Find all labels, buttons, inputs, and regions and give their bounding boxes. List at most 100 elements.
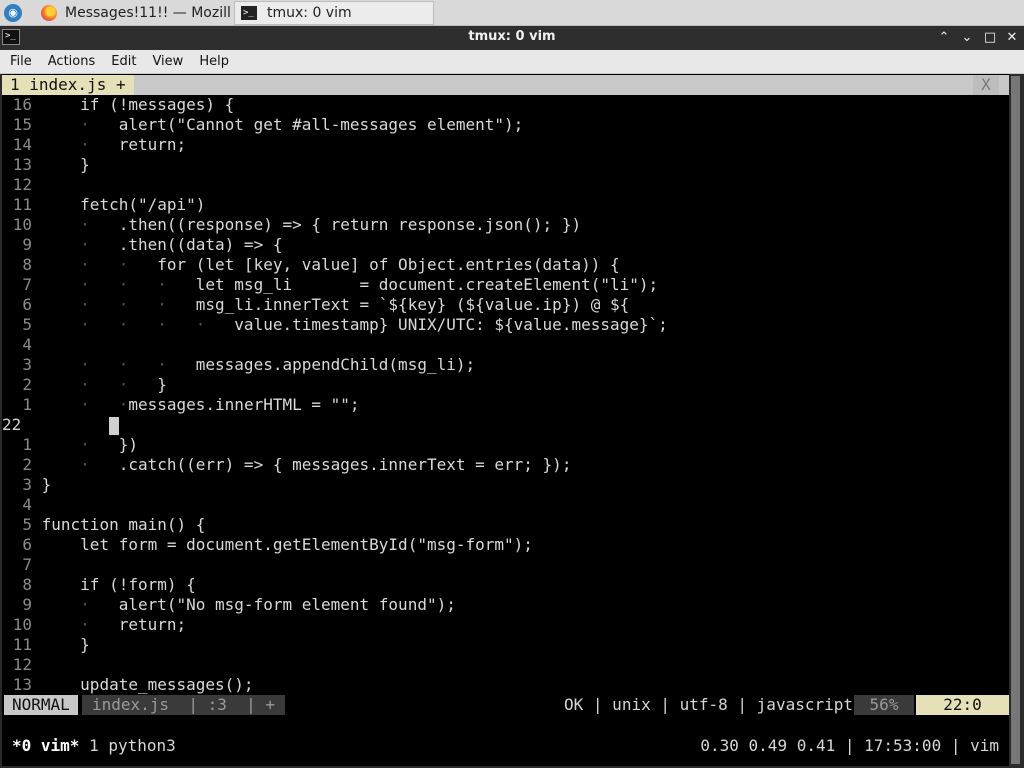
taskbar-item-label: tmux: 0 vim xyxy=(267,5,352,21)
line-number: 8 xyxy=(22,255,32,274)
close-button[interactable]: ✕ xyxy=(1002,28,1022,48)
text-cursor xyxy=(109,416,120,435)
code-text: } xyxy=(80,155,90,174)
indent-guide xyxy=(42,535,81,554)
tmux-window-other[interactable]: 1 python3 xyxy=(79,736,176,755)
code-text: .then((response) => { return response.js… xyxy=(118,215,582,234)
menu-help[interactable]: Help xyxy=(191,54,237,69)
taskbar-item-label: Messages!11!! — Mozill... xyxy=(65,5,231,21)
line-number: 6 xyxy=(22,535,32,554)
line-number: 3 xyxy=(22,355,32,374)
menu-actions[interactable]: Actions xyxy=(40,54,104,69)
line-number: 10 xyxy=(12,215,32,234)
code-line[interactable]: 7 · · · let msg_li = document.createElem… xyxy=(2,275,658,295)
code-line[interactable]: 5 function main() { xyxy=(2,515,205,535)
menu-view[interactable]: View xyxy=(144,54,191,69)
vim-tab-close-button[interactable]: X xyxy=(973,75,999,95)
vim-tabline: 1 index.js + X xyxy=(2,75,1009,95)
indent-guide: · xyxy=(41,615,119,634)
code-line[interactable]: 2 · · } xyxy=(2,375,167,395)
code-line[interactable]: 7 xyxy=(2,555,42,575)
indent-guide: · · · xyxy=(41,275,196,294)
indent-guide: · xyxy=(41,595,119,614)
code-line-current[interactable]: 22 xyxy=(2,415,120,435)
indent-guide: · xyxy=(41,215,119,234)
line-number: 9 xyxy=(22,595,32,614)
vim-file-info: index.js | :3 | + xyxy=(82,695,286,715)
code-line[interactable]: 8 if (!form) { xyxy=(2,575,195,595)
code-text: function main() { xyxy=(41,515,206,534)
menubar: File Actions Edit View Help xyxy=(0,50,1024,74)
code-line[interactable]: 4 xyxy=(2,495,42,515)
line-number: 1 xyxy=(22,435,32,454)
minimize-button[interactable]: ⌃ xyxy=(934,28,954,48)
code-line[interactable]: 3 } xyxy=(2,475,51,495)
code-line[interactable]: 6 · · · msg_li.innerText = `${key} (${va… xyxy=(2,295,629,315)
code-line[interactable]: 11 fetch("/api") xyxy=(2,195,206,215)
line-number: 3 xyxy=(22,475,32,494)
code-text: alert("No msg-form element found"); xyxy=(118,595,456,614)
indent-guide xyxy=(42,635,81,654)
line-number: 4 xyxy=(22,335,32,354)
code-line[interactable]: 12 xyxy=(2,655,42,675)
vim-mode-indicator: NORMAL xyxy=(4,695,78,715)
start-menu-icon[interactable]: ◉ xyxy=(4,4,22,22)
code-text: return; xyxy=(118,135,187,154)
code-line[interactable]: 14 · return; xyxy=(2,135,186,155)
code-line[interactable]: 13 update_messages(); xyxy=(2,675,254,695)
code-line[interactable]: 5 · · · · value.timestamp} UNIX/UTC: ${v… xyxy=(2,315,667,335)
line-number: 14 xyxy=(12,135,32,154)
menu-edit[interactable]: Edit xyxy=(103,54,144,69)
code-text: let msg_li = document.createElement("li"… xyxy=(195,275,659,294)
indent-guide xyxy=(42,415,109,434)
line-number: 15 xyxy=(12,115,32,134)
code-text: for (let [key, value] of Object.entries(… xyxy=(157,255,620,274)
taskbar-item-firefox[interactable]: Messages!11!! — Mozill... xyxy=(34,1,232,25)
code-line[interactable]: 1 · ·messages.innerHTML = ""; xyxy=(2,395,360,415)
code-line[interactable]: 4 xyxy=(2,335,42,355)
indent-guide: · xyxy=(41,435,119,454)
line-number: 6 xyxy=(22,295,32,314)
window-titlebar[interactable]: >_ tmux: 0 vim ⌃ ⌄ □ ✕ xyxy=(0,26,1024,50)
code-text: if (!messages) { xyxy=(80,95,235,114)
code-line[interactable]: 2 · .catch((err) => { messages.innerText… xyxy=(2,455,571,475)
code-line[interactable]: 16 if (!messages) { xyxy=(2,95,235,115)
code-line[interactable]: 15 · alert("Cannot get #all-messages ele… xyxy=(2,115,524,135)
code-text: } xyxy=(41,475,52,494)
vim-tab-active[interactable]: 1 index.js + xyxy=(2,75,134,95)
window-title: tmux: 0 vim xyxy=(468,29,556,44)
tmux-windows: *0 vim* 1 python3 xyxy=(12,736,176,756)
line-number: 5 xyxy=(22,515,32,534)
code-line[interactable]: 10 · return; xyxy=(2,615,186,635)
terminal-area[interactable]: 1 index.js + X 16 if (!messages) {15 · a… xyxy=(2,74,1022,766)
indent-guide: · xyxy=(41,115,119,134)
code-text: return; xyxy=(118,615,187,634)
menu-file[interactable]: File xyxy=(0,54,40,69)
code-line[interactable]: 9 · .then((data) => { xyxy=(2,235,282,255)
line-number: 11 xyxy=(12,195,32,214)
scrollbar[interactable] xyxy=(1009,74,1022,766)
code-line[interactable]: 8 · · for (let [key, value] of Object.en… xyxy=(2,255,620,275)
taskbar-item-terminal[interactable]: >_ tmux: 0 vim xyxy=(234,1,434,25)
indent-guide xyxy=(42,675,81,694)
code-line[interactable]: 10 · .then((response) => { return respon… xyxy=(2,215,581,235)
code-line[interactable]: 11 } xyxy=(2,635,90,655)
code-line[interactable]: 1 · }) xyxy=(2,435,138,455)
line-number: 9 xyxy=(22,235,32,254)
restore-button[interactable]: ⌄ xyxy=(957,28,977,48)
tmux-window-active[interactable]: *0 vim* xyxy=(12,736,79,755)
code-text: messages.innerHTML = ""; xyxy=(128,395,360,414)
code-line[interactable]: 13 } xyxy=(2,155,90,175)
indent-guide: · · xyxy=(41,255,158,274)
maximize-button[interactable]: □ xyxy=(980,28,1000,48)
code-line[interactable]: 9 · alert("No msg-form element found"); xyxy=(2,595,456,615)
code-text: alert("Cannot get #all-messages element"… xyxy=(118,115,524,134)
scrollbar-thumb[interactable] xyxy=(1011,76,1020,764)
code-text: update_messages(); xyxy=(80,675,254,694)
line-number: 10 xyxy=(12,615,32,634)
code-line[interactable]: 12 xyxy=(2,175,42,195)
code-text: } xyxy=(80,635,90,654)
code-line[interactable]: 3 · · · messages.appendChild(msg_li); xyxy=(2,355,475,375)
code-line[interactable]: 6 let form = document.getElementById("ms… xyxy=(2,535,533,555)
code-text: msg_li.innerText = `${key} (${value.ip})… xyxy=(195,295,630,314)
